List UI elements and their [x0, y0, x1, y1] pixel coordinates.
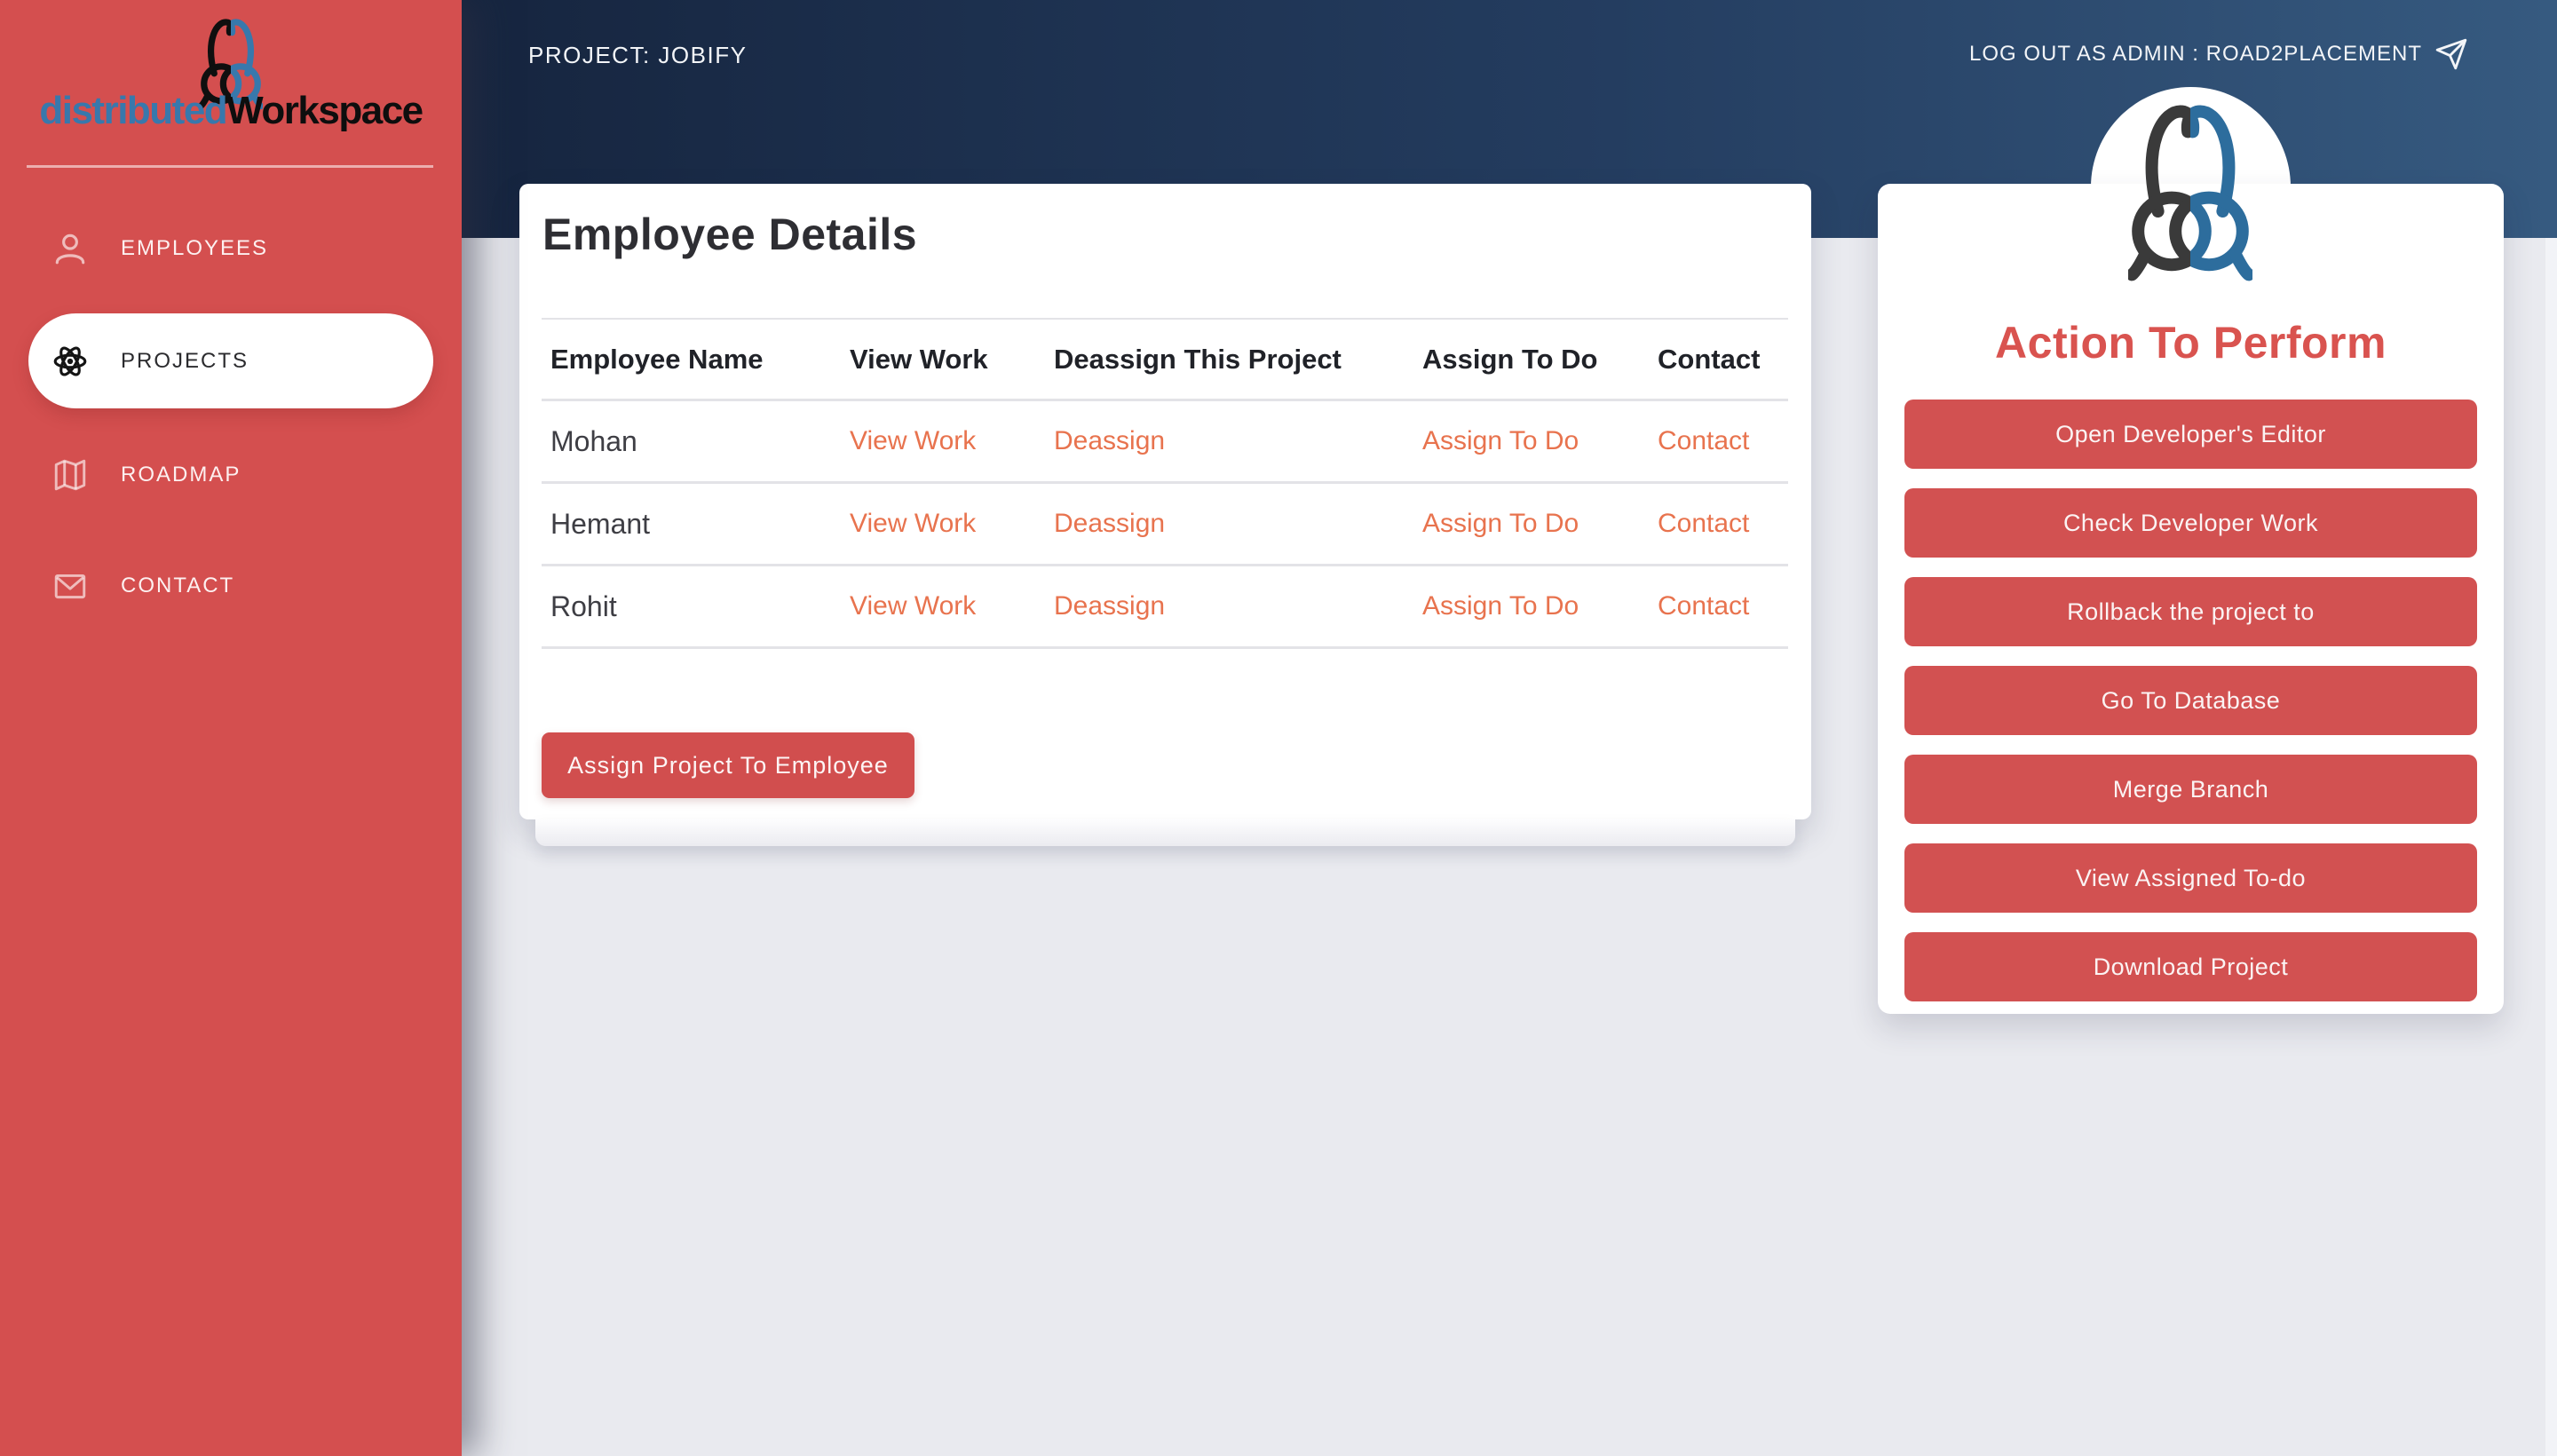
go-to-database-button[interactable]: Go To Database	[1904, 666, 2477, 735]
assign-to-do-link[interactable]: Assign To Do	[1413, 509, 1649, 539]
sidebar-item-projects[interactable]: PROJECTS	[28, 313, 433, 408]
sidebar-item-label: ROADMAP	[121, 463, 241, 487]
assign-to-do-link[interactable]: Assign To Do	[1413, 591, 1649, 621]
envelope-icon	[51, 567, 89, 605]
app-logo-text: distributedWorkspace	[0, 89, 462, 133]
view-work-link[interactable]: View Work	[841, 591, 1045, 621]
table-row: Rohit View Work Deassign Assign To Do Co…	[542, 566, 1788, 649]
map-icon	[51, 456, 89, 494]
employee-table: Employee Name View Work Deassign This Pr…	[542, 318, 1788, 649]
assign-to-do-link[interactable]: Assign To Do	[1413, 426, 1649, 456]
table-header-row: Employee Name View Work Deassign This Pr…	[542, 320, 1788, 401]
contact-link[interactable]: Contact	[1649, 426, 1788, 456]
contact-link[interactable]: Contact	[1649, 509, 1788, 539]
employee-name: Rohit	[542, 590, 841, 623]
workspace-logo-icon	[2128, 99, 2252, 286]
col-header-deassign: Deassign This Project	[1045, 344, 1413, 376]
view-assigned-todo-button[interactable]: View Assigned To-do	[1904, 843, 2477, 913]
card-title: Employee Details	[542, 209, 917, 260]
sidebar-item-roadmap[interactable]: ROADMAP	[0, 428, 462, 522]
send-icon	[2434, 37, 2468, 71]
open-developers-editor-button[interactable]: Open Developer's Editor	[1904, 400, 2477, 469]
sidebar-item-employees[interactable]: EMPLOYEES	[0, 202, 462, 296]
person-icon	[51, 230, 89, 267]
sidebar-item-label: PROJECTS	[121, 349, 249, 374]
deassign-link[interactable]: Deassign	[1045, 591, 1413, 621]
table-row: Hemant View Work Deassign Assign To Do C…	[542, 484, 1788, 566]
sidebar-item-label: CONTACT	[121, 574, 234, 598]
view-work-link[interactable]: View Work	[841, 426, 1045, 456]
sidebar-item-label: EMPLOYEES	[121, 236, 268, 261]
app-window: PROJECT: JOBIFY LOG OUT AS ADMIN : ROAD2…	[0, 0, 2557, 1456]
logout-label: LOG OUT AS ADMIN : ROAD2PLACEMENT	[1969, 42, 2422, 67]
col-header-employee-name: Employee Name	[542, 344, 841, 376]
sidebar-item-contact[interactable]: CONTACT	[0, 539, 462, 633]
col-header-assign-to-do: Assign To Do	[1413, 344, 1649, 376]
atom-icon	[51, 343, 89, 380]
view-work-link[interactable]: View Work	[841, 509, 1045, 539]
contact-link[interactable]: Contact	[1649, 591, 1788, 621]
employee-name: Hemant	[542, 508, 841, 541]
deassign-link[interactable]: Deassign	[1045, 509, 1413, 539]
merge-branch-button[interactable]: Merge Branch	[1904, 755, 2477, 824]
col-header-view-work: View Work	[841, 344, 1045, 376]
employee-details-card: Employee Details Employee Name View Work…	[519, 184, 1811, 819]
logo-text-part1: distributed	[39, 89, 226, 132]
col-header-contact: Contact	[1649, 344, 1788, 376]
employee-name: Mohan	[542, 425, 841, 458]
action-panel-title: Action To Perform	[1878, 317, 2504, 368]
scrollbar-track[interactable]	[2545, 238, 2557, 1456]
rollback-project-button[interactable]: Rollback the project to	[1904, 577, 2477, 646]
sidebar-divider	[27, 165, 433, 168]
logout-button[interactable]: LOG OUT AS ADMIN : ROAD2PLACEMENT	[1969, 36, 2468, 73]
deassign-link[interactable]: Deassign	[1045, 426, 1413, 456]
table-row: Mohan View Work Deassign Assign To Do Co…	[542, 401, 1788, 484]
action-panel: Action To Perform Open Developer's Edito…	[1878, 184, 2504, 1014]
logo-text-part2: Workspace	[226, 89, 422, 132]
download-project-button[interactable]: Download Project	[1904, 932, 2477, 1001]
sidebar: distributedWorkspace EMPLOYEES	[0, 0, 462, 1456]
assign-project-button[interactable]: Assign Project To Employee	[542, 732, 914, 798]
check-developer-work-button[interactable]: Check Developer Work	[1904, 488, 2477, 558]
project-title: PROJECT: JOBIFY	[528, 39, 747, 71]
